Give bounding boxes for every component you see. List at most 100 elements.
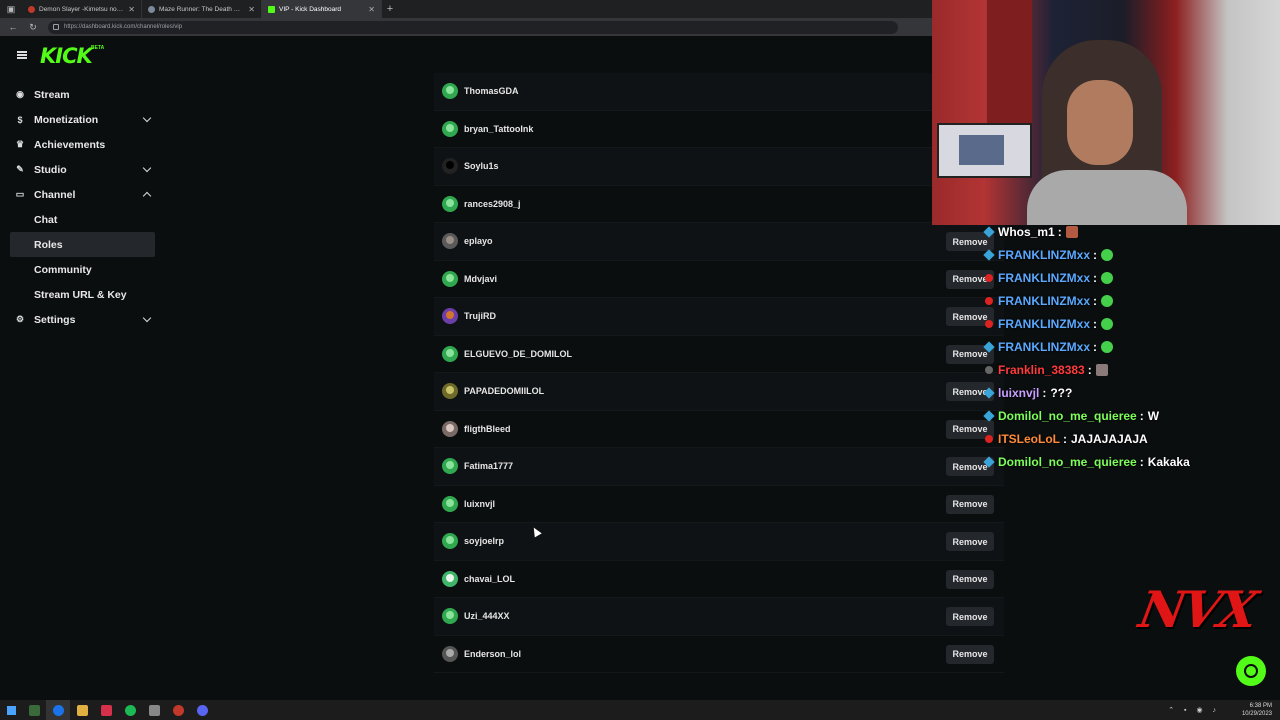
chat-overlay: Whos_m1 : FRANKLINZMxx : FRANKLINZMxx : … — [983, 220, 1280, 473]
username[interactable]: rances2908_j — [464, 199, 521, 209]
sidebar-item-stream-url-key[interactable]: Stream URL & Key — [0, 282, 160, 307]
username[interactable]: chavai_LOL — [464, 574, 515, 584]
colon: : — [1093, 316, 1097, 331]
username[interactable]: ThomasGDA — [464, 86, 519, 96]
username[interactable]: ELGUEVO_DE_DOMILOL — [464, 349, 572, 359]
taskbar-app[interactable] — [94, 700, 118, 720]
chat-username: FRANKLINZMxx — [998, 247, 1090, 262]
studio-icon: ✎ — [16, 164, 24, 174]
channel-icon: ▭ — [15, 189, 25, 199]
kick-logo[interactable]: KICK — [40, 44, 93, 68]
system-tray-icons[interactable]: ⌃ ▪ ◉ ♪ — [1168, 706, 1220, 714]
chat-message: Franklin_38383 : — [985, 358, 1280, 381]
remove-button[interactable]: Remove — [946, 494, 994, 514]
username[interactable]: Uzi_444XX — [464, 611, 510, 621]
chat-message: ITSLeoLoL : JAJAJAJAJA — [985, 427, 1280, 450]
lock-icon — [53, 23, 59, 30]
taskbar-app[interactable] — [22, 700, 46, 720]
chat-username: ITSLeoLoL — [998, 431, 1060, 446]
taskbar-app[interactable] — [142, 700, 166, 720]
chat-text: JAJAJAJAJA — [1071, 431, 1148, 446]
remove-button[interactable]: Remove — [946, 532, 994, 551]
taskbar-app-chrome[interactable] — [46, 700, 70, 720]
sidebar-item-roles[interactable]: Roles — [10, 232, 155, 257]
chat-message: Whos_m1 : — [983, 220, 1280, 243]
system-clock[interactable]: 6:38 PM 10/29/2023 — [1242, 702, 1272, 718]
sidebar-item-stream[interactable]: ◉ Stream — [0, 82, 160, 107]
close-tab-icon[interactable]: ✕ — [368, 5, 375, 14]
vip-row: rances2908_j — [434, 186, 1004, 223]
back-icon[interactable]: ← — [8, 22, 18, 32]
username[interactable]: Enderson_lol — [464, 649, 521, 659]
avatar — [442, 158, 458, 175]
sub-badge-icon — [983, 386, 995, 399]
help-chat-button[interactable] — [1236, 656, 1266, 686]
chat-username: Whos_m1 — [998, 224, 1055, 239]
remove-button[interactable]: Remove — [946, 569, 994, 589]
trophy-icon: ♛ — [15, 139, 25, 149]
colon: : — [1093, 247, 1097, 262]
username[interactable]: TrujiRD — [464, 311, 496, 321]
url-text: https://dashboard.kick.com/channel/roles… — [64, 24, 183, 30]
avatar — [442, 533, 458, 550]
badge-icon — [985, 434, 993, 443]
chat-text: W — [1147, 408, 1160, 423]
avatar — [442, 270, 458, 287]
sidebar-item-studio[interactable]: ✎ Studio — [0, 157, 160, 182]
username[interactable]: PAPADEDOMIILOL — [464, 386, 544, 396]
taskbar-app[interactable] — [70, 700, 94, 720]
colon: : — [1087, 362, 1092, 377]
username[interactable]: Fatima1777 — [464, 461, 513, 471]
new-tab-icon[interactable]: + — [382, 3, 398, 15]
streamer-hoodie — [1027, 170, 1187, 225]
browser-tab-3[interactable]: VIP - Kick Dashboard ✕ — [262, 0, 382, 18]
sidebar-item-chat[interactable]: Chat — [0, 207, 160, 232]
browser-tab-2[interactable]: Maze Runner: The Death Cure 2018 ✕ — [142, 0, 262, 18]
sidebar-item-settings[interactable]: ⚙ Settings — [0, 307, 160, 332]
chevron-up-icon — [142, 191, 152, 201]
badge-icon — [985, 319, 993, 328]
start-button[interactable] — [0, 700, 22, 720]
taskbar-app[interactable] — [190, 700, 214, 720]
remove-button[interactable]: Remove — [946, 607, 994, 626]
avatar — [442, 383, 458, 400]
sidebar-item-community[interactable]: Community — [0, 257, 160, 282]
sidebar-item-channel[interactable]: ▭ Channel — [0, 182, 160, 207]
emote-icon — [1101, 294, 1113, 307]
chat-username: luixnvjl — [998, 385, 1040, 400]
username[interactable]: Soylu1s — [464, 161, 499, 171]
url-field[interactable]: https://dashboard.kick.com/channel/roles… — [48, 20, 898, 34]
headset-icon — [1244, 664, 1258, 678]
remove-button[interactable]: Remove — [946, 644, 994, 664]
app-icon — [28, 704, 40, 716]
username[interactable]: Mdvjavi — [464, 274, 497, 284]
chat-username: FRANKLINZMxx — [998, 270, 1090, 285]
vip-row: fligthBleed Remove — [434, 411, 1004, 448]
sidebar-item-monetization[interactable]: $ Monetization — [0, 107, 160, 132]
taskbar-app[interactable] — [118, 700, 142, 720]
colon: : — [1093, 270, 1097, 285]
menu-icon[interactable] — [17, 51, 27, 59]
chevron-down-icon — [142, 163, 152, 173]
sidebar-item-label: Monetization — [34, 113, 99, 126]
close-tab-icon[interactable]: ✕ — [248, 5, 255, 14]
emote-icon — [1101, 317, 1113, 330]
tab-search-icon[interactable]: ▣ — [0, 0, 22, 18]
username[interactable]: soyjoelrp — [464, 536, 504, 546]
username[interactable]: bryan_TattooInk — [464, 124, 533, 134]
browser-tab-1[interactable]: Demon Slayer -Kimetsu no Yaiba ✕ — [22, 0, 142, 18]
spotify-icon — [124, 704, 136, 716]
chat-username: FRANKLINZMxx — [998, 316, 1090, 331]
avatar — [442, 308, 458, 325]
reload-icon[interactable]: ↻ — [28, 22, 38, 33]
sidebar-item-achievements[interactable]: ♛ Achievements — [0, 132, 160, 157]
username[interactable]: luixnvjl — [464, 499, 495, 509]
close-tab-icon[interactable]: ✕ — [128, 5, 135, 14]
username[interactable]: eplayo — [464, 236, 493, 246]
tab-favicon — [28, 5, 35, 13]
vip-row: ELGUEVO_DE_DOMILOL Remove — [434, 336, 1004, 373]
taskbar-app[interactable] — [166, 700, 190, 720]
chat-username: FRANKLINZMxx — [998, 339, 1090, 354]
badge-icon — [985, 365, 993, 374]
username[interactable]: fligthBleed — [464, 424, 511, 434]
